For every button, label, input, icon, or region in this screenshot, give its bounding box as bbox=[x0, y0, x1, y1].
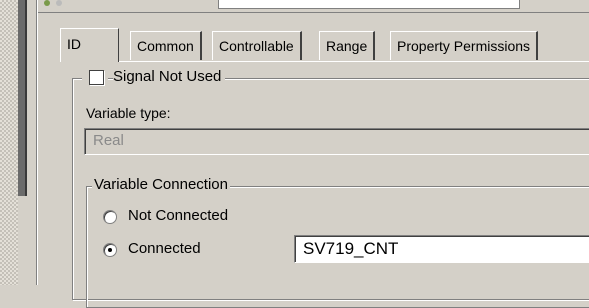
tab-range-label: Range bbox=[326, 38, 368, 54]
tab-range[interactable]: Range bbox=[319, 31, 376, 60]
panel-border-highlight bbox=[37, 0, 38, 285]
left-hatched-strip bbox=[0, 0, 18, 285]
not-connected-label: Not Connected bbox=[128, 207, 229, 224]
connected-variable-field[interactable]: SV719_CNT bbox=[294, 235, 589, 263]
tab-common-label: Common bbox=[137, 38, 194, 54]
top-toolbar-strip bbox=[38, 0, 589, 13]
tab-common[interactable]: Common bbox=[130, 31, 202, 60]
variable-connection-label: Variable Connection bbox=[92, 176, 230, 193]
tab-id-label: ID bbox=[67, 36, 81, 52]
tab-controllable[interactable]: Controllable bbox=[212, 31, 302, 60]
splitter-bar[interactable] bbox=[18, 0, 27, 196]
tab-content-border bbox=[60, 61, 589, 62]
not-connected-radio[interactable] bbox=[103, 210, 117, 224]
status-icon bbox=[44, 0, 50, 6]
signal-not-used-label: Signal Not Used bbox=[113, 68, 226, 85]
top-field[interactable] bbox=[218, 0, 520, 9]
status-icon bbox=[56, 0, 62, 6]
connected-radio[interactable] bbox=[103, 243, 117, 257]
tab-property-permissions[interactable]: Property Permissions bbox=[390, 31, 539, 60]
variable-type-field[interactable]: Real bbox=[84, 128, 589, 155]
radio-selected-dot bbox=[108, 248, 112, 252]
variable-type-label: Variable type: bbox=[86, 105, 171, 121]
connected-label: Connected bbox=[128, 240, 201, 257]
tab-property-permissions-label: Property Permissions bbox=[397, 38, 531, 54]
tab-id[interactable]: ID bbox=[60, 28, 119, 62]
signal-not-used-checkbox[interactable] bbox=[89, 70, 104, 85]
tab-controllable-label: Controllable bbox=[219, 38, 294, 54]
